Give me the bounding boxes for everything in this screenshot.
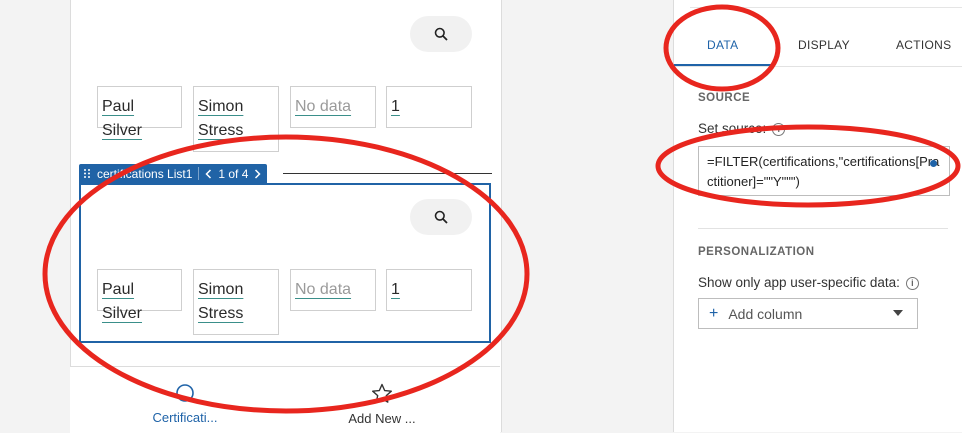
list-cell[interactable]: 1 — [386, 269, 472, 311]
set-source-label: Set source: i — [698, 121, 786, 136]
panel-tabs: DATA DISPLAY ACTIONS — [674, 24, 962, 67]
list-cell[interactable]: 1 — [386, 86, 472, 128]
add-column-dropdown[interactable]: + Add column — [698, 298, 918, 329]
personalization-section-title: PERSONALIZATION — [698, 246, 815, 258]
source-formula-input[interactable]: =FILTER(certifications,"certifications[P… — [698, 146, 950, 196]
component-selection-bar[interactable]: certifications List1 1 of 4 — [79, 164, 268, 183]
plus-icon: + — [709, 304, 719, 322]
search-icon — [434, 27, 448, 41]
panel-divider — [690, 7, 962, 8]
component-name: certifications List1 — [97, 166, 193, 181]
list-cell[interactable]: Paul Silver — [97, 86, 182, 139]
active-tab-indicator — [674, 64, 772, 66]
add-column-label: Add column — [728, 305, 803, 322]
user-specific-label: Show only app user-specific data: i — [698, 275, 919, 290]
list-cell[interactable]: No data — [290, 269, 376, 311]
nav-item-label: Add New ... — [348, 411, 416, 426]
tab-data[interactable]: DATA — [707, 38, 738, 52]
source-section-title: SOURCE — [698, 92, 751, 104]
nav-item-label: Certificati... — [152, 410, 218, 425]
info-icon[interactable]: i — [772, 122, 786, 136]
info-icon[interactable]: i — [905, 276, 919, 290]
pager-label: 1 of 4 — [218, 166, 249, 181]
bottom-navigation: Certificati... Add New ... — [70, 366, 500, 433]
search-button[interactable] — [410, 199, 472, 235]
search-button[interactable] — [410, 16, 472, 52]
search-icon — [434, 210, 448, 224]
list-cell[interactable]: No data — [290, 86, 376, 128]
chevron-right-icon[interactable] — [254, 168, 261, 179]
chevron-down-icon — [893, 310, 903, 316]
tab-display[interactable]: DISPLAY — [798, 38, 850, 52]
drag-handle-icon[interactable] — [83, 168, 91, 179]
star-icon — [372, 383, 392, 403]
list-cell[interactable]: Paul Silver — [97, 269, 182, 322]
list-cell[interactable]: Simon Stress — [193, 86, 279, 152]
status-dot — [930, 160, 937, 167]
tab-actions[interactable]: ACTIONS — [896, 38, 951, 52]
separator — [198, 167, 200, 180]
chevron-left-icon[interactable] — [205, 168, 212, 179]
section-divider — [698, 228, 948, 229]
list-divider — [283, 173, 492, 174]
nav-item-add-new[interactable]: Add New ... — [317, 383, 447, 426]
list-cell[interactable]: Simon Stress — [193, 269, 279, 335]
formula-text: =FILTER(certifications,"certifications[P… — [707, 154, 940, 189]
properties-panel: DATA DISPLAY ACTIONS SOURCE Set source: i… — [673, 0, 962, 432]
nav-item-certifications[interactable]: Certificati... — [120, 383, 250, 425]
circle-icon — [176, 384, 194, 402]
